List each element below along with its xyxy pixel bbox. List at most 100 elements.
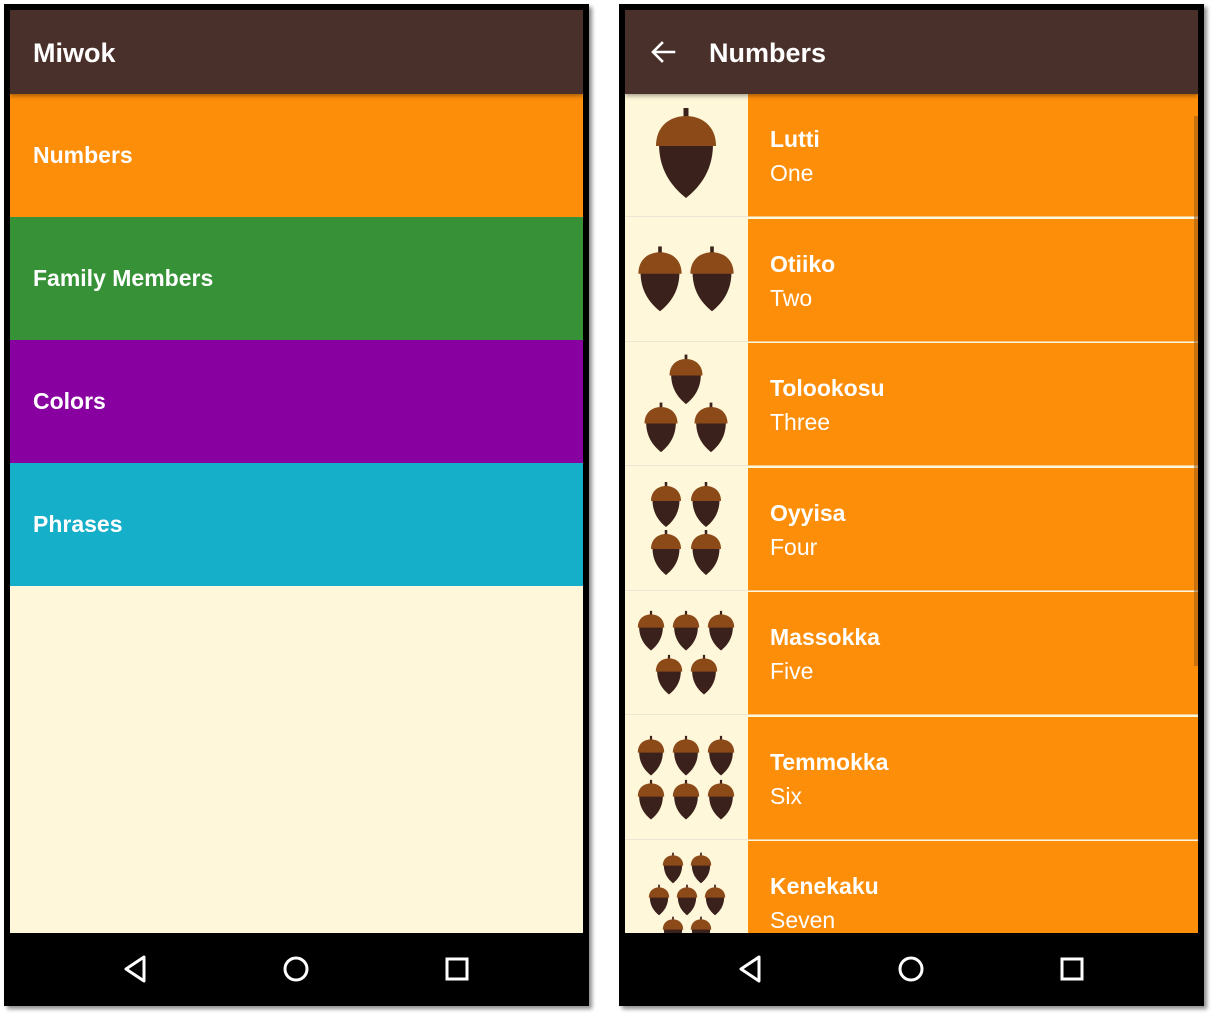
- category-colors-label: Colors: [33, 388, 106, 414]
- english-word: Six: [770, 782, 802, 809]
- acorn-icon: [707, 610, 735, 651]
- number-text-container: Kenekaku Seven: [748, 841, 1198, 933]
- app-bar: Numbers: [625, 10, 1198, 94]
- row-divider: [748, 216, 1198, 217]
- acorn-icon: [690, 852, 712, 884]
- row-divider: [625, 589, 748, 591]
- english-word: Seven: [770, 907, 836, 933]
- english-word: Three: [770, 409, 831, 435]
- acorn-icon: [637, 779, 665, 819]
- number-list-item[interactable]: Tolookosu Three: [625, 343, 1198, 466]
- acorn-icon: [691, 481, 721, 527]
- acorn-icon: [669, 354, 703, 405]
- acorn-icon: [662, 916, 684, 933]
- category-numbers-label: Numbers: [33, 142, 133, 168]
- row-divider: [625, 216, 748, 217]
- acorn-icon: [690, 916, 712, 933]
- miwok-word: Temmokka: [770, 748, 889, 775]
- arrow-left-icon[interactable]: [647, 36, 679, 68]
- number-text-container: Tolookosu Three: [748, 343, 1198, 466]
- acorn-icon: [651, 481, 681, 527]
- english-word: Four: [770, 533, 818, 560]
- english-word: Two: [770, 284, 813, 311]
- acorn-icon: [694, 402, 728, 453]
- acorns-icon: [637, 610, 735, 695]
- home-circle-icon[interactable]: [893, 951, 929, 987]
- acorns-icon: [651, 481, 721, 575]
- acorn-icon: [662, 852, 684, 884]
- category-numbers[interactable]: Numbers: [10, 94, 583, 217]
- acorn-icon: [655, 654, 683, 695]
- recents-square-icon[interactable]: [439, 951, 475, 987]
- number-image: [625, 716, 748, 840]
- main-screen: Miwok Numbers Family Members Colors Phra…: [10, 10, 583, 933]
- row-divider: [748, 340, 1198, 342]
- number-list-item[interactable]: Massokka Five: [625, 592, 1198, 715]
- row-divider: [625, 465, 748, 466]
- number-text-container: Oyyisa Four: [748, 467, 1198, 591]
- acorn-icon: [690, 245, 734, 311]
- acorn-icon: [672, 735, 700, 775]
- acorn-icon: [638, 245, 682, 311]
- acorn-icon: [656, 108, 716, 198]
- category-colors[interactable]: Colors: [10, 340, 583, 463]
- number-text-container: Temmokka Six: [748, 716, 1198, 840]
- app-bar: Miwok: [10, 10, 583, 94]
- number-list-item[interactable]: Kenekaku Seven: [625, 841, 1198, 933]
- number-list-item[interactable]: Otiiko Two: [625, 218, 1198, 342]
- row-divider: [748, 465, 1198, 466]
- miwok-word: Lutti: [770, 126, 820, 152]
- recents-square-icon[interactable]: [1054, 951, 1090, 987]
- number-text-container: Otiiko Two: [748, 218, 1198, 342]
- row-divider: [625, 714, 748, 715]
- row-divider: [748, 589, 1198, 591]
- number-image: [625, 343, 748, 466]
- acorn-icon: [691, 529, 721, 575]
- acorn-icon: [648, 884, 670, 916]
- row-divider: [625, 838, 748, 840]
- acorns-icon: [648, 852, 726, 933]
- app-title: Miwok: [33, 38, 116, 68]
- number-list-item[interactable]: Oyyisa Four: [625, 467, 1198, 591]
- phone-frame-left: Miwok Numbers Family Members Colors Phra…: [4, 4, 589, 1006]
- category-phrases[interactable]: Phrases: [10, 463, 583, 586]
- home-circle-icon[interactable]: [278, 951, 314, 987]
- miwok-word: Otiiko: [770, 250, 836, 277]
- number-image: [625, 218, 748, 342]
- acorns-icon: [637, 735, 735, 819]
- acorns-icon: [656, 108, 716, 198]
- numbers-screen: Numbers Lutti One Otiiko Two Tolookosu Three O…: [625, 10, 1198, 933]
- acorn-icon: [690, 654, 718, 695]
- number-image: [625, 592, 748, 715]
- acorn-icon: [637, 735, 665, 775]
- navigation-bar: [619, 933, 1204, 1006]
- scrollbar[interactable]: [1194, 116, 1198, 666]
- acorn-icon: [644, 402, 678, 453]
- row-divider: [748, 838, 1198, 840]
- english-word: Five: [770, 658, 814, 684]
- acorn-icon: [676, 884, 698, 916]
- back-triangle-icon[interactable]: [733, 951, 769, 987]
- back-triangle-icon[interactable]: [118, 951, 154, 987]
- acorns-icon: [644, 354, 728, 453]
- miwok-word: Tolookosu: [770, 375, 885, 401]
- acorn-icon: [707, 779, 735, 819]
- number-text-container: Lutti One: [748, 94, 1198, 217]
- acorns-icon: [638, 245, 734, 311]
- number-image: [625, 841, 748, 933]
- number-list-item[interactable]: Temmokka Six: [625, 716, 1198, 840]
- acorn-icon: [672, 779, 700, 819]
- category-family-members[interactable]: Family Members: [10, 217, 583, 340]
- number-image: [625, 467, 748, 591]
- acorn-icon: [707, 735, 735, 775]
- app-title: Numbers: [709, 38, 827, 68]
- miwok-word: Oyyisa: [770, 499, 846, 526]
- acorn-icon: [704, 884, 726, 916]
- category-phrases-label: Phrases: [33, 511, 123, 537]
- miwok-word: Kenekaku: [770, 873, 879, 899]
- row-divider: [625, 340, 748, 342]
- number-list-item[interactable]: Lutti One: [625, 94, 1198, 217]
- number-image: [625, 94, 748, 217]
- phone-frame-right: Numbers Lutti One Otiiko Two Tolookosu Three O…: [619, 4, 1204, 1006]
- miwok-word: Massokka: [770, 624, 880, 650]
